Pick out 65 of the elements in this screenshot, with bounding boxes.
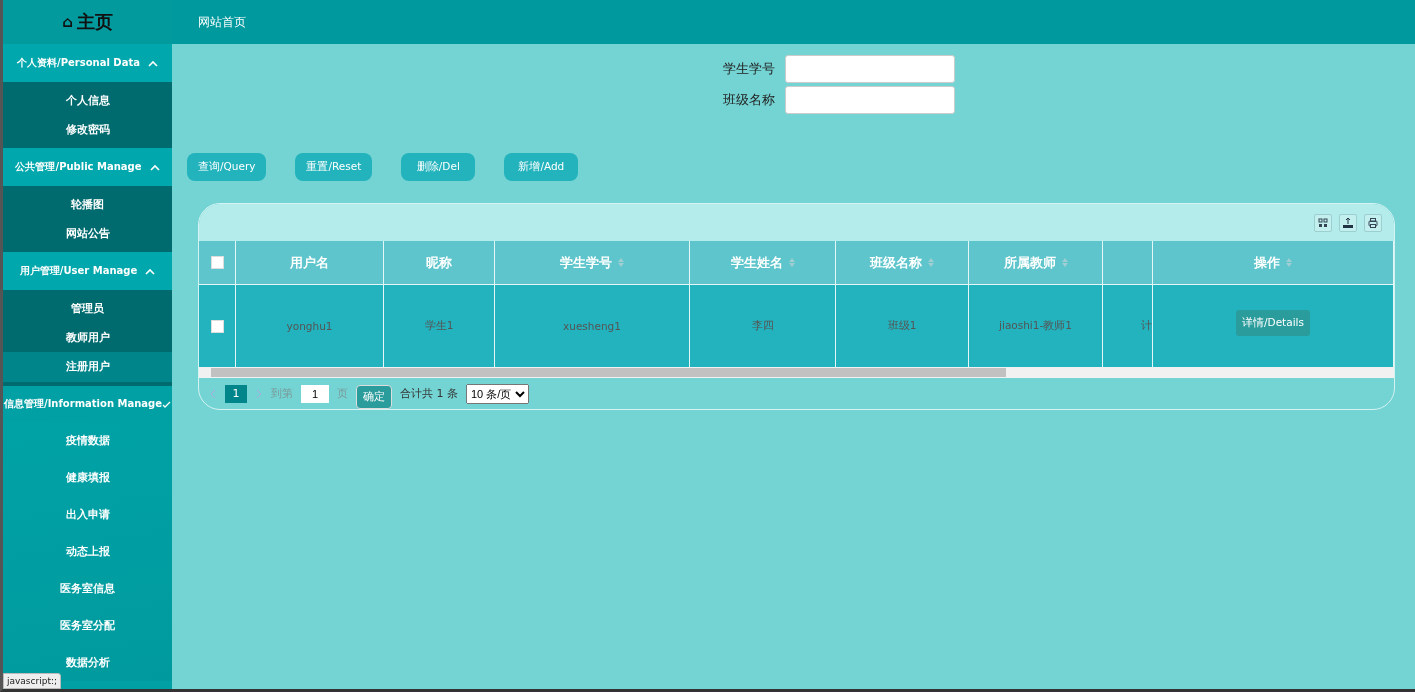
sort-icon[interactable] — [1061, 258, 1068, 267]
menu-item[interactable]: 教师用户 — [3, 323, 172, 352]
column-header[interactable]: 所属教师 — [969, 241, 1103, 285]
export-icon[interactable] — [1339, 213, 1357, 232]
action-button[interactable]: 查询/Query — [187, 153, 267, 181]
menu-item[interactable]: 个人信息 — [3, 86, 172, 115]
column-header[interactable]: 操作 — [1153, 241, 1394, 285]
column-header[interactable] — [1103, 241, 1153, 285]
column-header[interactable]: 学生学号 — [495, 241, 690, 285]
table-cell: jiaoshi1-教师1 — [969, 285, 1103, 367]
print-icon[interactable] — [1364, 213, 1382, 232]
column-header[interactable]: 学生姓名 — [690, 241, 836, 285]
table-cell: 计 — [1103, 285, 1153, 367]
chevron-right-icon[interactable] — [255, 388, 263, 399]
page-input[interactable]: 1 — [301, 384, 329, 403]
field-label: 学生学号 — [721, 60, 775, 78]
chevron-left-icon[interactable] — [209, 388, 217, 399]
table-cell: 学生1 — [384, 285, 495, 367]
app-title: 主页 — [76, 10, 113, 34]
checkbox[interactable] — [210, 256, 224, 269]
total-count: 合计共 1 条 — [400, 386, 458, 401]
menu-item[interactable]: 疫情数据 — [3, 422, 172, 459]
page-size-select[interactable]: 10 条/页 — [466, 383, 529, 404]
menu-item[interactable]: 动态上报 — [3, 533, 172, 570]
menu-group-header[interactable]: 公共管理/Public Manage — [3, 148, 172, 186]
chevron-up-icon — [147, 59, 158, 67]
menu-item[interactable]: 管理员 — [3, 294, 172, 323]
field-label: 班级名称 — [721, 91, 775, 109]
chevron-up-icon — [149, 163, 160, 171]
sort-icon[interactable] — [928, 258, 934, 267]
table-cell: 李四 — [690, 285, 836, 367]
action-button[interactable]: 新增/Add — [504, 153, 579, 181]
confirm-button[interactable]: 确定 — [356, 384, 392, 409]
table-cell: 班级1 — [836, 285, 969, 367]
column-header[interactable]: 用户名 — [236, 241, 384, 285]
details-button[interactable]: 详情/Details — [1236, 310, 1310, 336]
page-number[interactable]: 1 — [225, 384, 247, 403]
menu-item[interactable]: 网站公告 — [3, 219, 172, 248]
input-field[interactable] — [784, 86, 955, 114]
table-cell: yonghu1 — [236, 285, 384, 367]
menu-group-header[interactable]: 个人资料/Personal Data — [3, 44, 172, 82]
home-icon: ⌂ — [62, 13, 73, 31]
menu-item[interactable]: 出入申请 — [3, 496, 172, 533]
breadcrumb[interactable]: 网站首页 — [172, 0, 1415, 44]
menu-group-header[interactable]: 用户管理/User Manage — [3, 252, 172, 290]
check-icon — [162, 400, 171, 408]
menu-item[interactable]: 医务室信息 — [3, 570, 172, 607]
menu-item[interactable]: 健康填报 — [3, 459, 172, 496]
checkbox[interactable] — [210, 319, 224, 333]
horizontal-scrollbar[interactable] — [199, 367, 1394, 378]
chevron-up-icon — [145, 267, 156, 275]
sort-icon[interactable] — [618, 258, 624, 267]
menu-item[interactable]: 轮播图 — [3, 190, 172, 219]
menu-item[interactable]: 医务室分配 — [3, 607, 172, 644]
menu-item[interactable]: 修改密码 — [3, 115, 172, 144]
action-button[interactable]: 删除/Del — [401, 153, 476, 181]
table-cell: xuesheng1 — [495, 285, 690, 367]
sort-icon[interactable] — [788, 258, 795, 267]
action-button[interactable]: 重置/Reset — [295, 153, 373, 181]
sort-icon[interactable] — [1286, 258, 1292, 267]
column-header[interactable]: 班级名称 — [836, 241, 969, 285]
input-field[interactable] — [784, 55, 955, 83]
grid-icon[interactable] — [1314, 213, 1332, 232]
column-header[interactable]: 昵称 — [384, 241, 495, 285]
status-bar: javascript:; — [3, 673, 61, 689]
